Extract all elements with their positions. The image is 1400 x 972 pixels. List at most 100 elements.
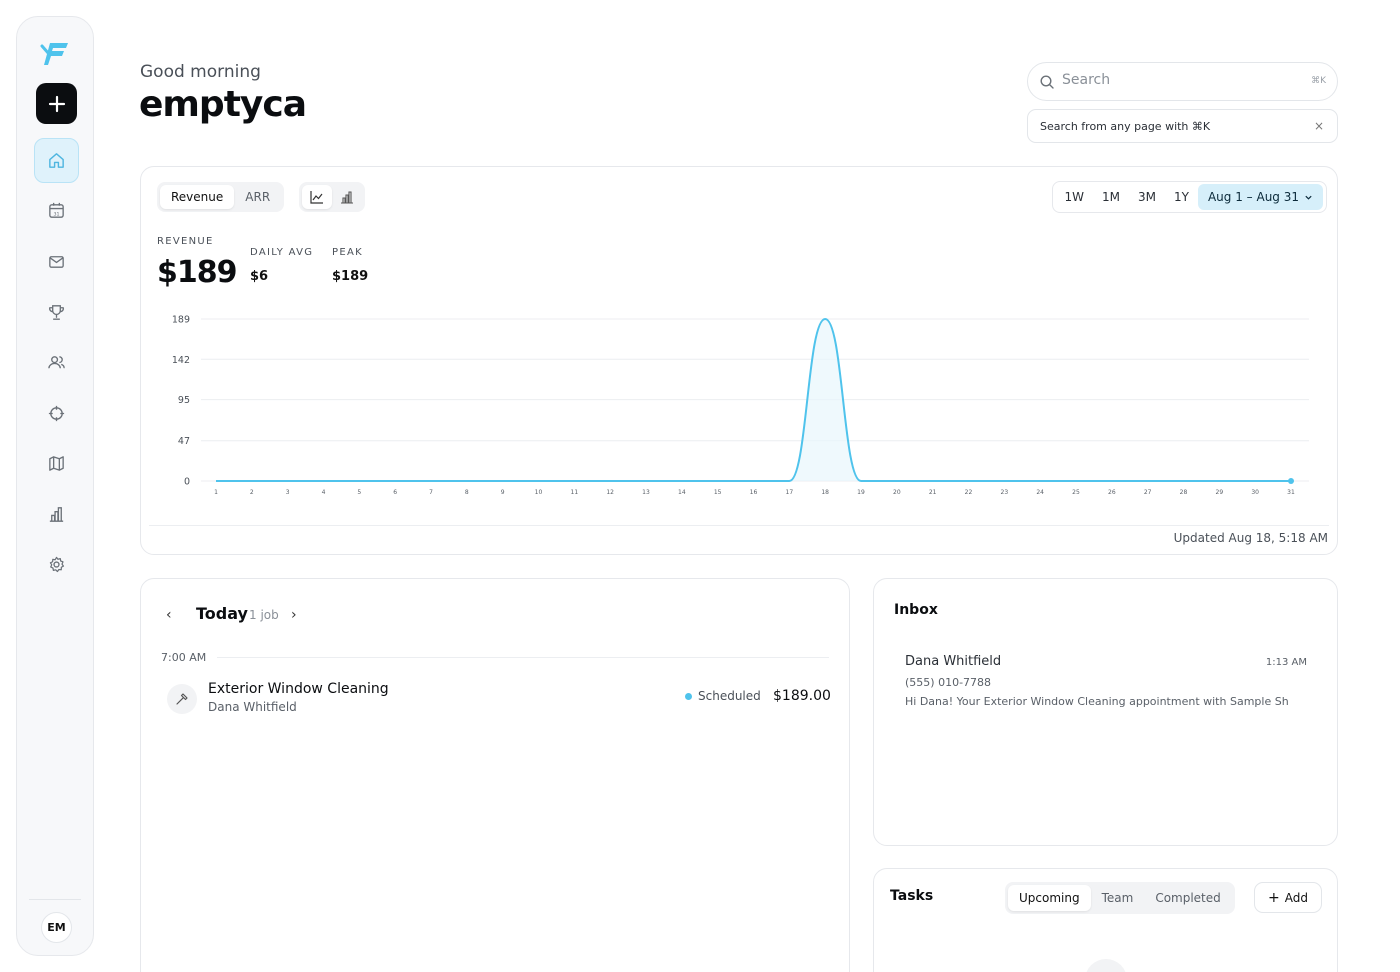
x-tick-label: 14: [678, 489, 686, 496]
next-day-button[interactable]: ›: [291, 607, 297, 623]
y-tick-label: 0: [184, 477, 190, 488]
range-1w[interactable]: 1W: [1056, 184, 1094, 210]
range-custom-dropdown[interactable]: Aug 1 – Aug 31: [1197, 184, 1323, 210]
trophy-icon: [49, 305, 64, 320]
x-tick-label: 27: [1144, 489, 1152, 496]
time-slot-label: 7:00 AM: [161, 651, 207, 664]
series-end-point: [1288, 478, 1294, 484]
tab-completed[interactable]: Completed: [1144, 885, 1231, 911]
y-tick-label: 142: [172, 355, 190, 366]
x-tick-label: 4: [322, 489, 326, 496]
nav-target[interactable]: [34, 391, 79, 436]
nav-mail[interactable]: [34, 239, 79, 284]
job-count: 1 job: [249, 608, 279, 622]
x-tick-label: 31: [1287, 489, 1295, 496]
job-row[interactable]: Exterior Window Cleaning Dana Whitfield …: [161, 677, 831, 721]
x-tick-label: 15: [714, 489, 722, 496]
range-1m[interactable]: 1M: [1093, 184, 1129, 210]
tab-revenue[interactable]: Revenue: [160, 185, 235, 209]
empty-state-icon: [1085, 959, 1127, 972]
x-tick-label: 22: [965, 489, 973, 496]
range-custom-label: Aug 1 – Aug 31: [1207, 190, 1299, 204]
revenue-chart[interactable]: 047951421891 2 3 4 5 6 7 8 9 10 11 12 13 14 15 16 17 18 19…: [141, 297, 1337, 507]
y-tick-label: 95: [178, 395, 190, 406]
tab-upcoming[interactable]: Upcoming: [1008, 885, 1091, 911]
svg-text:31: 31: [53, 211, 59, 217]
bar-chart-icon: [49, 507, 64, 522]
bar-chart-icon: [341, 191, 353, 204]
job-icon-wrapper: [167, 684, 197, 714]
map-icon: [49, 456, 64, 471]
message-sender: Dana Whitfield: [905, 654, 1002, 669]
range-1y[interactable]: 1Y: [1165, 184, 1198, 210]
x-tick-label: 10: [535, 489, 543, 496]
bar-chart-toggle[interactable]: [332, 185, 362, 209]
metric-toggle: Revenue ARR: [157, 182, 285, 212]
job-name: Exterior Window Cleaning: [208, 681, 389, 697]
add-task-button[interactable]: + Add: [1254, 882, 1322, 913]
updated-timestamp: Updated Aug 18, 5:18 AM: [1173, 531, 1328, 545]
tab-arr[interactable]: ARR: [234, 185, 281, 209]
inbox-title: Inbox: [894, 602, 938, 618]
x-tick-label: 30: [1251, 489, 1259, 496]
daily-avg-label: DAILY AVG: [250, 247, 314, 258]
x-tick-label: 29: [1216, 489, 1224, 496]
revenue-label: REVENUE: [157, 236, 214, 247]
x-tick-label: 11: [571, 489, 579, 496]
x-tick-label: 26: [1108, 489, 1116, 496]
y-tick-label: 47: [178, 436, 190, 447]
x-tick-label: 18: [821, 489, 829, 496]
line-chart-toggle[interactable]: [302, 185, 332, 209]
add-task-label: Add: [1284, 890, 1308, 905]
search-hint-text: Search from any page with ⌘K: [1040, 120, 1211, 133]
chevron-down-icon: [1305, 195, 1312, 200]
range-3m[interactable]: 3M: [1129, 184, 1165, 210]
status-text: Scheduled: [698, 689, 761, 703]
previous-day-button[interactable]: ‹: [166, 607, 172, 623]
close-icon[interactable]: ×: [1314, 119, 1324, 133]
tasks-title: Tasks: [890, 888, 934, 904]
y-tick-label: 189: [172, 315, 190, 326]
nav-trophy[interactable]: [34, 290, 79, 335]
chart-type-toggle: [299, 182, 365, 212]
x-tick-label: 25: [1072, 489, 1080, 496]
page-title: emptyca: [139, 84, 307, 125]
search-box[interactable]: ⌘K: [1027, 62, 1338, 101]
tab-team[interactable]: Team: [1091, 885, 1145, 911]
search-hint-banner: Search from any page with ⌘K ×: [1027, 109, 1338, 143]
peak-value: $189: [332, 269, 369, 284]
new-button[interactable]: [36, 83, 77, 124]
nav-settings[interactable]: [34, 542, 79, 587]
x-tick-label: 8: [465, 489, 469, 496]
calendar-icon: 31: [49, 202, 64, 218]
users-icon: [48, 356, 65, 369]
inbox-card: Inbox Dana Whitfield 1:13 AM (555) 010-7…: [873, 578, 1338, 846]
hammer-icon: [176, 693, 188, 705]
x-tick-label: 7: [429, 489, 433, 496]
job-amount: $189.00: [773, 688, 831, 704]
nav-clients[interactable]: [34, 340, 79, 385]
search-input[interactable]: [1062, 72, 1292, 88]
x-tick-label: 23: [1001, 489, 1009, 496]
time-slot-divider: [217, 657, 829, 658]
x-tick-label: 19: [857, 489, 865, 496]
nav-calendar[interactable]: 31: [34, 188, 79, 233]
job-client: Dana Whitfield: [208, 700, 297, 714]
x-tick-label: 17: [786, 489, 794, 496]
daily-avg-value: $6: [250, 269, 269, 284]
line-chart-icon: [310, 191, 323, 204]
peak-label: PEAK: [332, 247, 363, 258]
greeting: Good morning: [140, 62, 261, 82]
avatar[interactable]: EM: [41, 912, 72, 943]
nav-reports[interactable]: [34, 492, 79, 537]
nav-home[interactable]: [34, 138, 79, 183]
logo[interactable]: [40, 37, 72, 69]
home-icon: [49, 153, 64, 168]
x-tick-label: 20: [893, 489, 901, 496]
nav-map[interactable]: [34, 441, 79, 486]
message-preview: Hi Dana! Your Exterior Window Cleaning a…: [905, 695, 1289, 708]
tasks-card: Tasks Upcoming Team Completed + Add: [873, 868, 1338, 972]
x-tick-label: 5: [357, 489, 361, 496]
x-tick-label: 21: [929, 489, 937, 496]
settings-icon: [49, 556, 65, 573]
